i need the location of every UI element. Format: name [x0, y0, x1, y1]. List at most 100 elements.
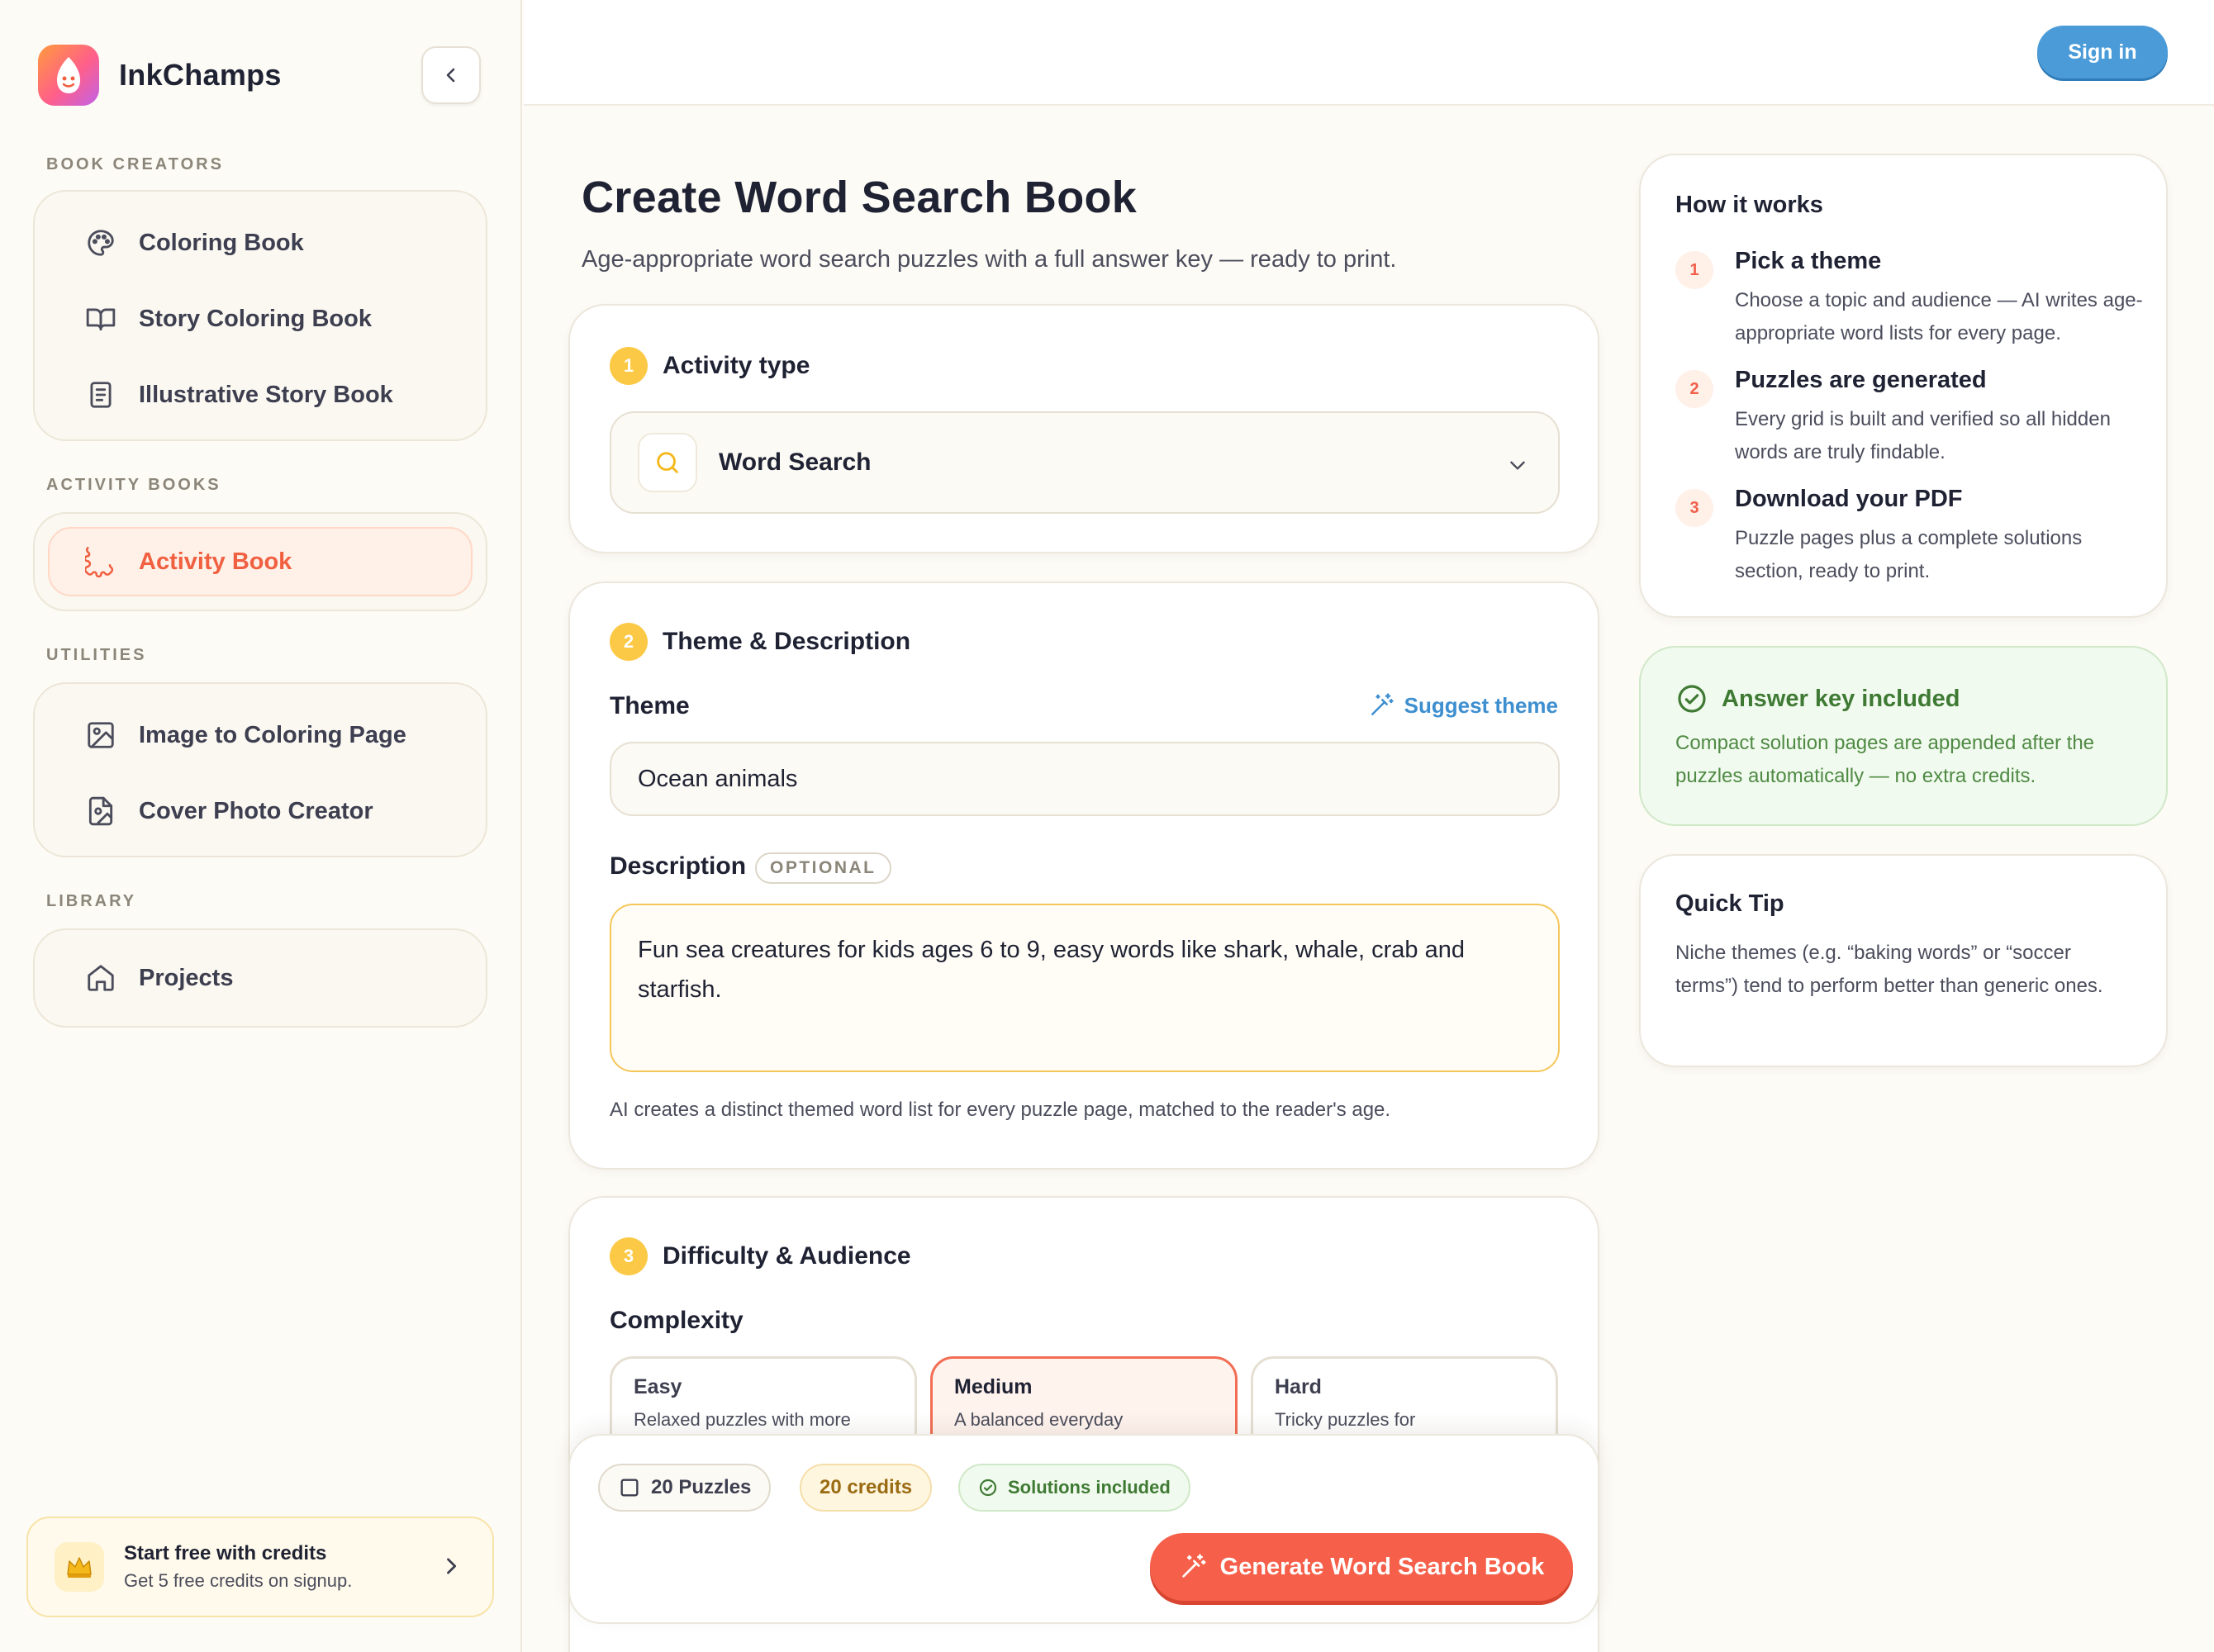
- theme-description-card: 2 Theme & Description Theme Suggest them…: [568, 582, 1599, 1170]
- sidebar-item-cover-photo-creator[interactable]: Cover Photo Creator: [48, 773, 473, 849]
- promo-title: Start free with credits: [124, 1542, 327, 1564]
- sidebar-item-label: Cover Photo Creator: [139, 797, 373, 824]
- brand-name: InkChamps: [119, 58, 282, 92]
- palette-icon: [84, 226, 117, 259]
- option-description: Tricky puzzles for: [1275, 1409, 1416, 1430]
- option-description: Relaxed puzzles with more: [634, 1409, 851, 1430]
- magic-wand-icon: [1181, 1554, 1206, 1578]
- section-label-activity-books: ACTIVITY BOOKS: [46, 476, 221, 494]
- nav-group-activity-books: Activity Book: [33, 512, 487, 611]
- document-icon: [84, 378, 117, 411]
- sidebar-item-label: Coloring Book: [139, 229, 304, 256]
- how-it-works-title: How it works: [1675, 192, 1823, 218]
- quick-tip-title: Quick Tip: [1675, 890, 1784, 917]
- chevron-down-icon: [1507, 454, 1528, 476]
- search-icon: [638, 433, 697, 492]
- option-title: Medium: [954, 1375, 1033, 1398]
- solutions-label: Solutions included: [1008, 1477, 1171, 1498]
- square-icon: [620, 1479, 639, 1497]
- sidebar-item-coloring-book[interactable]: Coloring Book: [48, 205, 473, 281]
- sidebar-item-activity-book[interactable]: Activity Book: [48, 527, 473, 596]
- option-description: A balanced everyday: [954, 1409, 1124, 1430]
- chevron-left-icon: [446, 68, 455, 83]
- theme-input[interactable]: Ocean animals: [610, 742, 1560, 816]
- crown-icon: [55, 1542, 104, 1592]
- sidebar-item-image-to-coloring-page[interactable]: Image to Coloring Page: [48, 697, 473, 773]
- section-label-library: LIBRARY: [46, 892, 137, 910]
- step-number: 2: [610, 623, 648, 661]
- quick-tip-description: Niche themes (e.g. “baking words” or “so…: [1675, 942, 2103, 997]
- description-label: Description: [610, 852, 747, 880]
- free-credits-promo[interactable]: Start free with credits Get 5 free credi…: [26, 1517, 494, 1617]
- magic-wand-icon: [1371, 693, 1394, 715]
- how-step-number: 2: [1675, 370, 1713, 408]
- section-label-book-creators: BOOK CREATORS: [46, 155, 224, 173]
- puzzle-count-chip: 20 Puzzles: [598, 1464, 772, 1512]
- brand[interactable]: InkChamps: [38, 45, 282, 106]
- how-it-works-card: How it works 1 Pick a theme Choose a top…: [1639, 154, 2168, 618]
- step-title: Difficulty & Audience: [663, 1242, 911, 1270]
- chevron-right-icon: [439, 1555, 463, 1578]
- sign-in-button[interactable]: Sign in: [2037, 26, 2168, 78]
- suggest-theme-label: Suggest theme: [1404, 692, 1558, 718]
- generate-button-label: Generate Word Search Book: [1219, 1553, 1545, 1580]
- how-step-title: Puzzles are generated: [1735, 367, 1987, 393]
- answer-key-title: Answer key included: [1722, 685, 1960, 712]
- sidebar-item-label: Activity Book: [139, 548, 292, 575]
- activity-type-value: Word Search: [719, 449, 872, 476]
- option-title: Hard: [1275, 1375, 1322, 1398]
- sidebar-item-label: Image to Coloring Page: [139, 721, 406, 748]
- promo-subtitle: Get 5 free credits on signup.: [124, 1570, 353, 1591]
- check-circle-icon: [979, 1479, 997, 1497]
- nav-group-utilities: Image to Coloring Page Cover Photo Creat…: [33, 682, 487, 857]
- optional-badge: OPTIONAL: [755, 852, 891, 884]
- how-step-description: Puzzle pages plus a complete solutions s…: [1735, 527, 2083, 582]
- generate-action-bar: 20 Puzzles 20 credits Solutions included…: [568, 1434, 1599, 1624]
- suggest-theme-button[interactable]: Suggest theme: [1368, 692, 1558, 719]
- credits-label: 20 credits: [820, 1476, 913, 1498]
- sidebar-item-illustrative-story-book[interactable]: Illustrative Story Book: [48, 357, 473, 433]
- how-step-description: Every grid is built and verified so all …: [1735, 408, 2111, 463]
- sidebar-item-label: Projects: [139, 964, 234, 991]
- description-helper-text: AI creates a distinct themed word list f…: [610, 1099, 1391, 1121]
- page-title: Create Word Search Book: [582, 173, 1138, 222]
- activity-type-select[interactable]: Word Search: [610, 411, 1560, 514]
- how-step-number: 3: [1675, 489, 1713, 527]
- description-textarea[interactable]: Fun sea creatures for kids ages 6 to 9, …: [610, 904, 1560, 1072]
- collapse-sidebar-button[interactable]: [421, 46, 481, 104]
- how-step-number: 1: [1675, 251, 1713, 289]
- page-subtitle: Age-appropriate word search puzzles with…: [582, 246, 1397, 273]
- brand-logo-icon: [38, 45, 99, 106]
- sidebar-item-label: Story Coloring Book: [139, 305, 372, 332]
- step-number: 1: [610, 347, 648, 385]
- credits-chip: 20 credits: [800, 1464, 933, 1512]
- answer-key-card: Answer key included Compact solution pag…: [1639, 646, 2168, 826]
- puzzle-icon: [84, 545, 117, 578]
- solutions-included-chip: Solutions included: [958, 1464, 1190, 1512]
- theme-label: Theme: [610, 692, 690, 719]
- how-step-title: Download your PDF: [1735, 486, 1963, 512]
- open-book-icon: [84, 302, 117, 335]
- step-title: Activity type: [663, 352, 810, 379]
- quick-tip-card: Quick Tip Niche themes (e.g. “baking wor…: [1639, 854, 2168, 1067]
- home-icon: [84, 961, 117, 995]
- image-file-icon: [84, 795, 117, 828]
- sidebar-item-label: Illustrative Story Book: [139, 381, 393, 408]
- puzzle-count-label: 20 Puzzles: [651, 1476, 752, 1498]
- how-step-description: Choose a topic and audience — AI writes …: [1735, 289, 2143, 344]
- sidebar-item-projects[interactable]: Projects: [48, 943, 473, 1013]
- complexity-label: Complexity: [610, 1307, 744, 1334]
- activity-type-card: 1 Activity type Word Search: [568, 304, 1599, 553]
- generate-book-button[interactable]: Generate Word Search Book: [1150, 1533, 1573, 1601]
- section-label-utilities: UTILITIES: [46, 646, 147, 664]
- topbar: Sign in: [524, 0, 2214, 106]
- check-circle-icon: [1678, 685, 1706, 713]
- sidebar-item-story-coloring-book[interactable]: Story Coloring Book: [48, 281, 473, 357]
- sidebar: InkChamps BOOK CREATORS Coloring Book St…: [0, 0, 522, 1652]
- how-step-title: Pick a theme: [1735, 248, 1882, 274]
- option-title: Easy: [634, 1375, 682, 1398]
- image-icon: [84, 719, 117, 752]
- answer-key-description: Compact solution pages are appended afte…: [1675, 732, 2095, 787]
- nav-group-library: Projects: [33, 928, 487, 1028]
- nav-group-book-creators: Coloring Book Story Coloring Book Illust…: [33, 190, 487, 441]
